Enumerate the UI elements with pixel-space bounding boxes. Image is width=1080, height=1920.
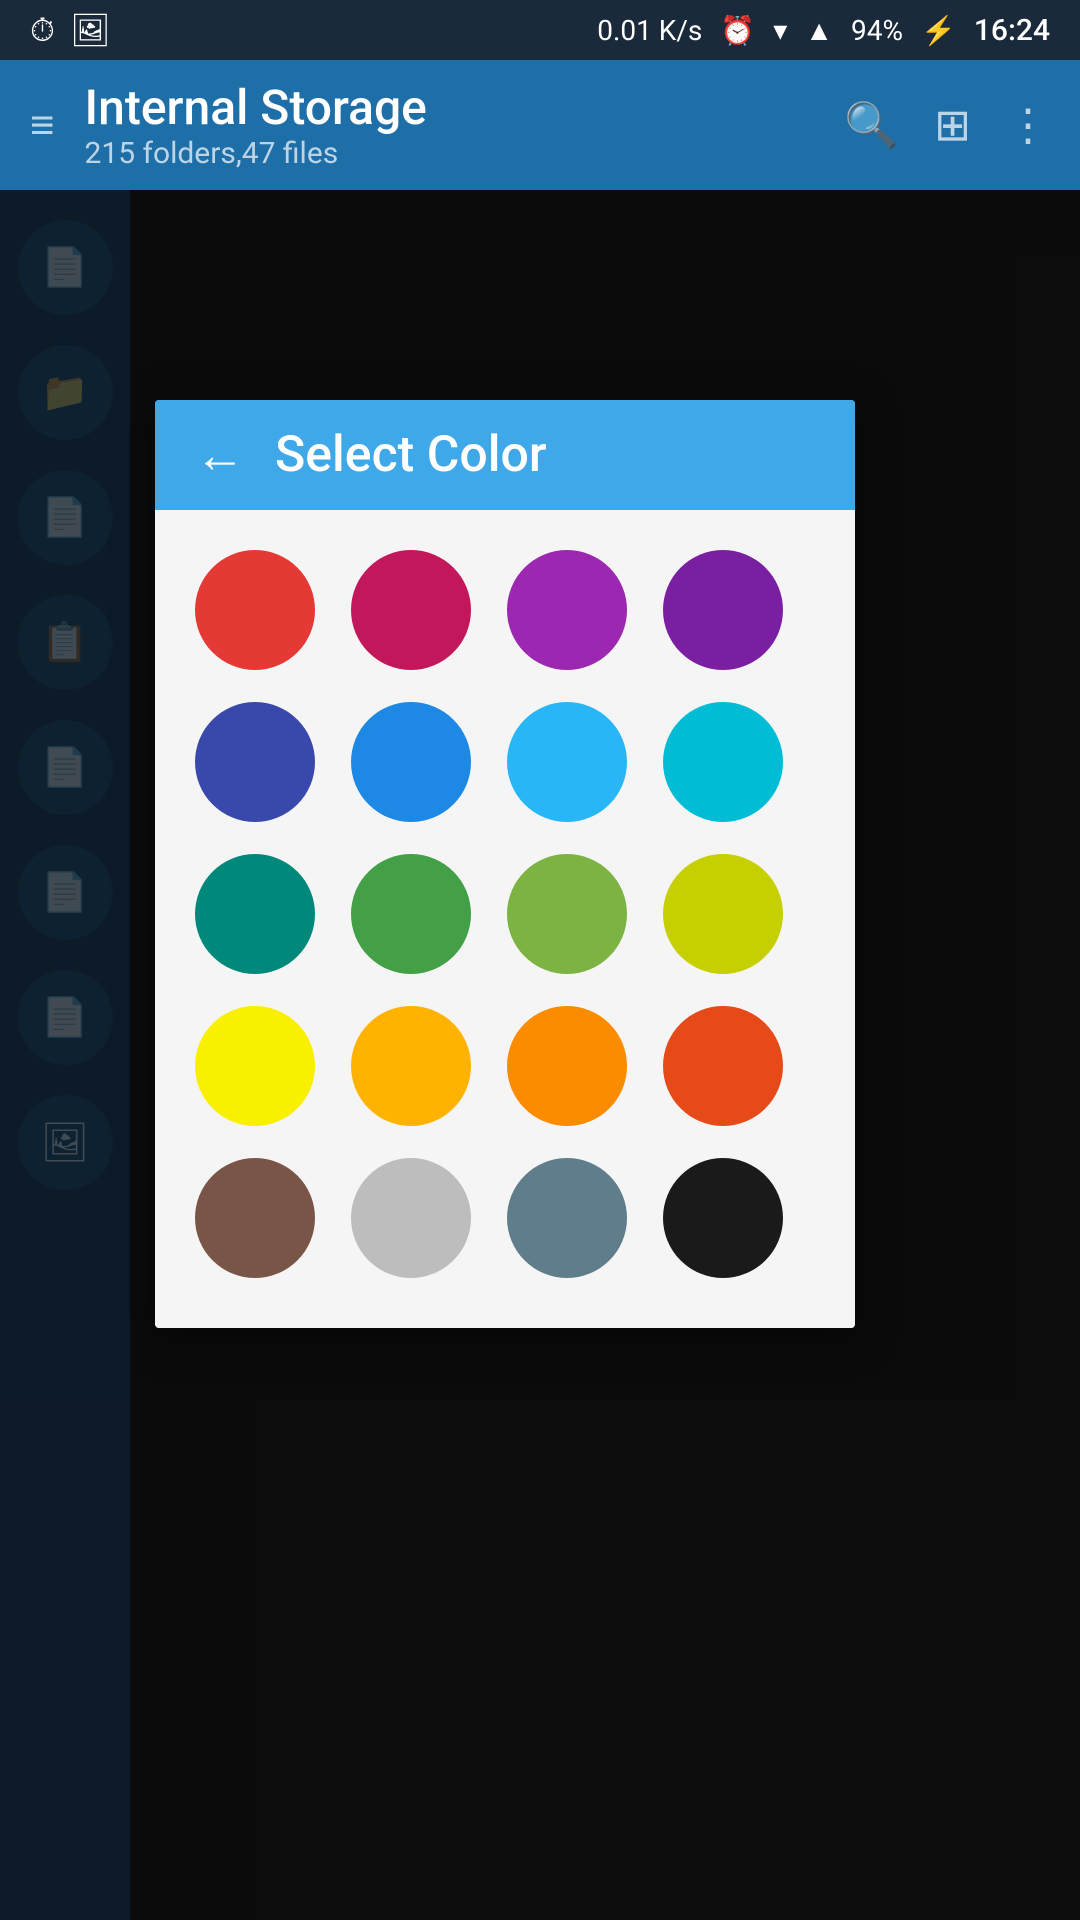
color-option-black[interactable] [663, 1158, 783, 1278]
color-grid [195, 550, 815, 1278]
charging-icon: ⚡ [921, 14, 956, 47]
grid-view-button[interactable]: ⊞ [934, 99, 971, 151]
page-subtitle: 215 folders,47 files [85, 136, 845, 171]
color-option-amber[interactable] [351, 1006, 471, 1126]
color-option-teal[interactable] [195, 854, 315, 974]
search-button[interactable]: 🔍 [844, 99, 899, 151]
wifi-icon: ▾ [773, 14, 787, 47]
network-speed: 0.01 K/s [597, 14, 702, 47]
dialog-title: Select Color [275, 426, 547, 484]
color-option-red[interactable] [195, 550, 315, 670]
color-option-light-green[interactable] [507, 854, 627, 974]
signal-icon: ▲ [805, 14, 833, 47]
battery-level: 94% [851, 14, 903, 47]
color-option-lime[interactable] [663, 854, 783, 974]
color-option-cyan[interactable] [663, 702, 783, 822]
status-bar-left-icons: ⏱ 🖼 [30, 11, 111, 50]
menu-button[interactable]: ≡ [30, 101, 55, 150]
color-option-brown[interactable] [195, 1158, 315, 1278]
color-option-purple-dark[interactable] [663, 550, 783, 670]
color-option-blue-grey[interactable] [507, 1158, 627, 1278]
dialog-body [155, 510, 855, 1328]
status-bar-right: 0.01 K/s ⏰ ▾ ▲ 94% ⚡ 16:24 [597, 13, 1050, 48]
page-title: Internal Storage [85, 79, 845, 136]
color-option-orange[interactable] [507, 1006, 627, 1126]
more-options-button[interactable]: ⋮ [1006, 99, 1050, 151]
color-option-crimson[interactable] [351, 550, 471, 670]
color-option-indigo[interactable] [195, 702, 315, 822]
color-option-grey[interactable] [351, 1158, 471, 1278]
color-select-dialog: ← Select Color [155, 400, 855, 1328]
color-option-deep-orange[interactable] [663, 1006, 783, 1126]
header-title-area: Internal Storage 215 folders,47 files [85, 79, 845, 171]
alarm-icon: ⏰ [720, 14, 755, 47]
color-option-light-blue[interactable] [507, 702, 627, 822]
status-bar: ⏱ 🖼 0.01 K/s ⏰ ▾ ▲ 94% ⚡ 16:24 [0, 0, 1080, 60]
dialog-back-button[interactable]: ← [195, 426, 245, 485]
color-option-yellow[interactable] [195, 1006, 315, 1126]
timer-icon: ⏱ [30, 11, 55, 50]
color-option-blue[interactable] [351, 702, 471, 822]
image-icon: 🖼 [70, 11, 111, 49]
color-option-green[interactable] [351, 854, 471, 974]
header-actions: 🔍 ⊞ ⋮ [844, 99, 1050, 151]
clock: 16:24 [974, 13, 1050, 48]
app-header: ≡ Internal Storage 215 folders,47 files … [0, 60, 1080, 190]
dialog-header: ← Select Color [155, 400, 855, 510]
color-option-purple-medium[interactable] [507, 550, 627, 670]
